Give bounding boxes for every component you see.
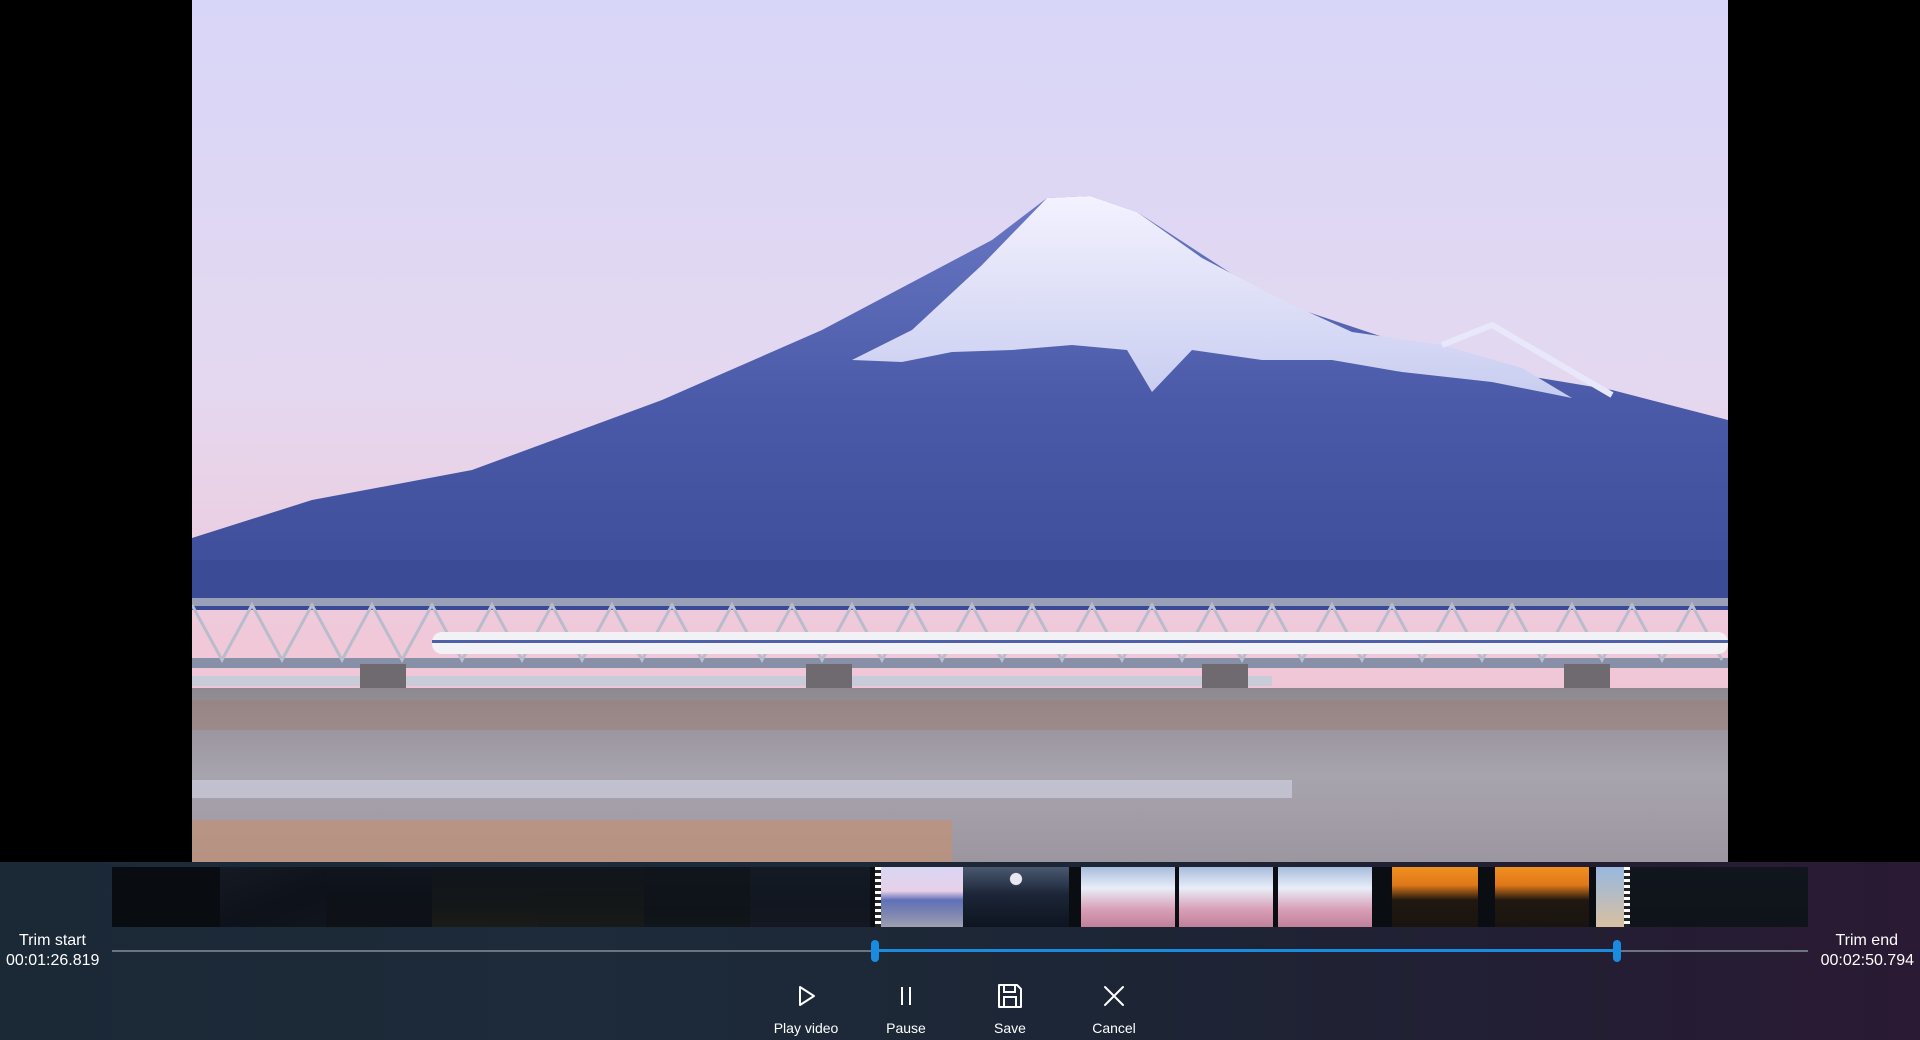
- filmstrip[interactable]: [112, 867, 1808, 927]
- trim-start-handle[interactable]: [871, 940, 879, 962]
- trim-end-info: Trim end 00:02:50.794: [1821, 931, 1914, 971]
- save-icon: [998, 984, 1022, 1008]
- play-video-label: Play video: [773, 1020, 839, 1036]
- trim-end-label: Trim end: [1835, 932, 1898, 949]
- cancel-button[interactable]: Cancel: [1064, 976, 1164, 1040]
- trim-selected-range: [875, 949, 1617, 952]
- trim-start-info: Trim start 00:01:26.819: [6, 931, 99, 971]
- filmstrip-unselected-overlay: [1630, 867, 1808, 927]
- save-button[interactable]: Save: [960, 976, 1060, 1040]
- filmstrip-frame: [1179, 867, 1273, 927]
- filmstrip-frame: [963, 867, 1069, 927]
- cancel-label: Cancel: [1092, 1020, 1136, 1036]
- filmstrip-frame: [1278, 867, 1372, 927]
- trim-start-time: 00:01:26.819: [6, 952, 100, 969]
- save-label: Save: [994, 1020, 1026, 1036]
- filmstrip-frame: [1596, 867, 1626, 927]
- filmstrip-frame: [1392, 867, 1478, 927]
- video-frame-image: [192, 0, 1728, 862]
- pause-button[interactable]: Pause: [856, 976, 956, 1040]
- play-icon: [799, 986, 815, 1006]
- trim-end-time: 00:02:50.794: [1820, 952, 1914, 969]
- video-preview-area: [0, 0, 1920, 862]
- control-bar: Play video Pause Save Cancel: [0, 976, 1920, 1040]
- filmstrip-unselected-overlay: [112, 867, 870, 927]
- pause-icon: [901, 987, 911, 1005]
- video-frame[interactable]: [192, 0, 1728, 862]
- trim-panel: Trim start 00:01:26.819 Trim end 00:02:5…: [0, 862, 1920, 1040]
- filmstrip-frame: [1495, 867, 1589, 927]
- trim-start-label: Trim start: [19, 932, 86, 949]
- play-video-button[interactable]: Play video: [756, 976, 856, 1040]
- filmstrip-frame: [1081, 867, 1175, 927]
- trim-end-handle[interactable]: [1613, 940, 1621, 962]
- close-icon: [1104, 986, 1124, 1006]
- pause-label: Pause: [886, 1020, 926, 1036]
- filmstrip-frame: [881, 867, 963, 927]
